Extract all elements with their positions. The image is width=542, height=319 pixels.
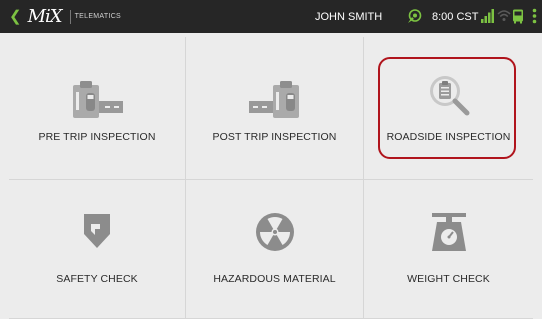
inspection-grid: PRE TRIP INSPECTION POST TRIP INSPECTION <box>9 37 533 319</box>
tile-post-trip-inspection[interactable]: POST TRIP INSPECTION <box>186 37 364 180</box>
tile-safety-check[interactable]: SAFETY CHECK <box>9 180 186 319</box>
more-vertical-icon[interactable] <box>532 8 537 24</box>
bus-icon <box>513 9 523 24</box>
app-screen: ❮ MiX TELEMATICS JOHN SMITH 8:00 CST PRE… <box>0 0 542 319</box>
tile-label: ROADSIDE INSPECTION <box>386 131 511 143</box>
tile-hazardous-material[interactable]: HAZARDOUS MATERIAL <box>186 180 364 319</box>
tile-weight-check[interactable]: WEIGHT CHECK <box>364 180 533 319</box>
tile-label: POST TRIP INSPECTION <box>212 131 337 143</box>
user-name: JOHN SMITH <box>315 11 383 23</box>
clock-time: 8:00 CST <box>432 11 479 23</box>
tile-label: HAZARDOUS MATERIAL <box>213 273 336 285</box>
status-bar: ❮ MiX TELEMATICS JOHN SMITH 8:00 CST <box>0 0 542 33</box>
tile-pre-trip-inspection[interactable]: PRE TRIP INSPECTION <box>9 37 186 180</box>
tile-roadside-inspection[interactable]: ROADSIDE INSPECTION <box>364 37 533 180</box>
signal-icon <box>481 9 494 23</box>
radiation-icon <box>255 213 294 251</box>
driver-status-icon[interactable] <box>406 9 422 24</box>
scale-icon <box>431 213 466 251</box>
tile-label: PRE TRIP INSPECTION <box>38 131 156 143</box>
wifi-icon <box>497 10 511 21</box>
tile-label: WEIGHT CHECK <box>407 273 490 285</box>
mix-logo: MiX <box>27 6 63 27</box>
pre-trip-clipboard-icon <box>73 81 123 118</box>
chevron-left-icon[interactable]: ❮ <box>9 7 22 25</box>
logo-divider <box>69 9 71 24</box>
brand-label: TELEMATICS <box>74 13 122 20</box>
post-trip-clipboard-icon <box>248 81 299 118</box>
shield-icon <box>84 214 110 248</box>
search-clipboard-icon <box>429 76 469 116</box>
tile-label: SAFETY CHECK <box>56 273 138 285</box>
